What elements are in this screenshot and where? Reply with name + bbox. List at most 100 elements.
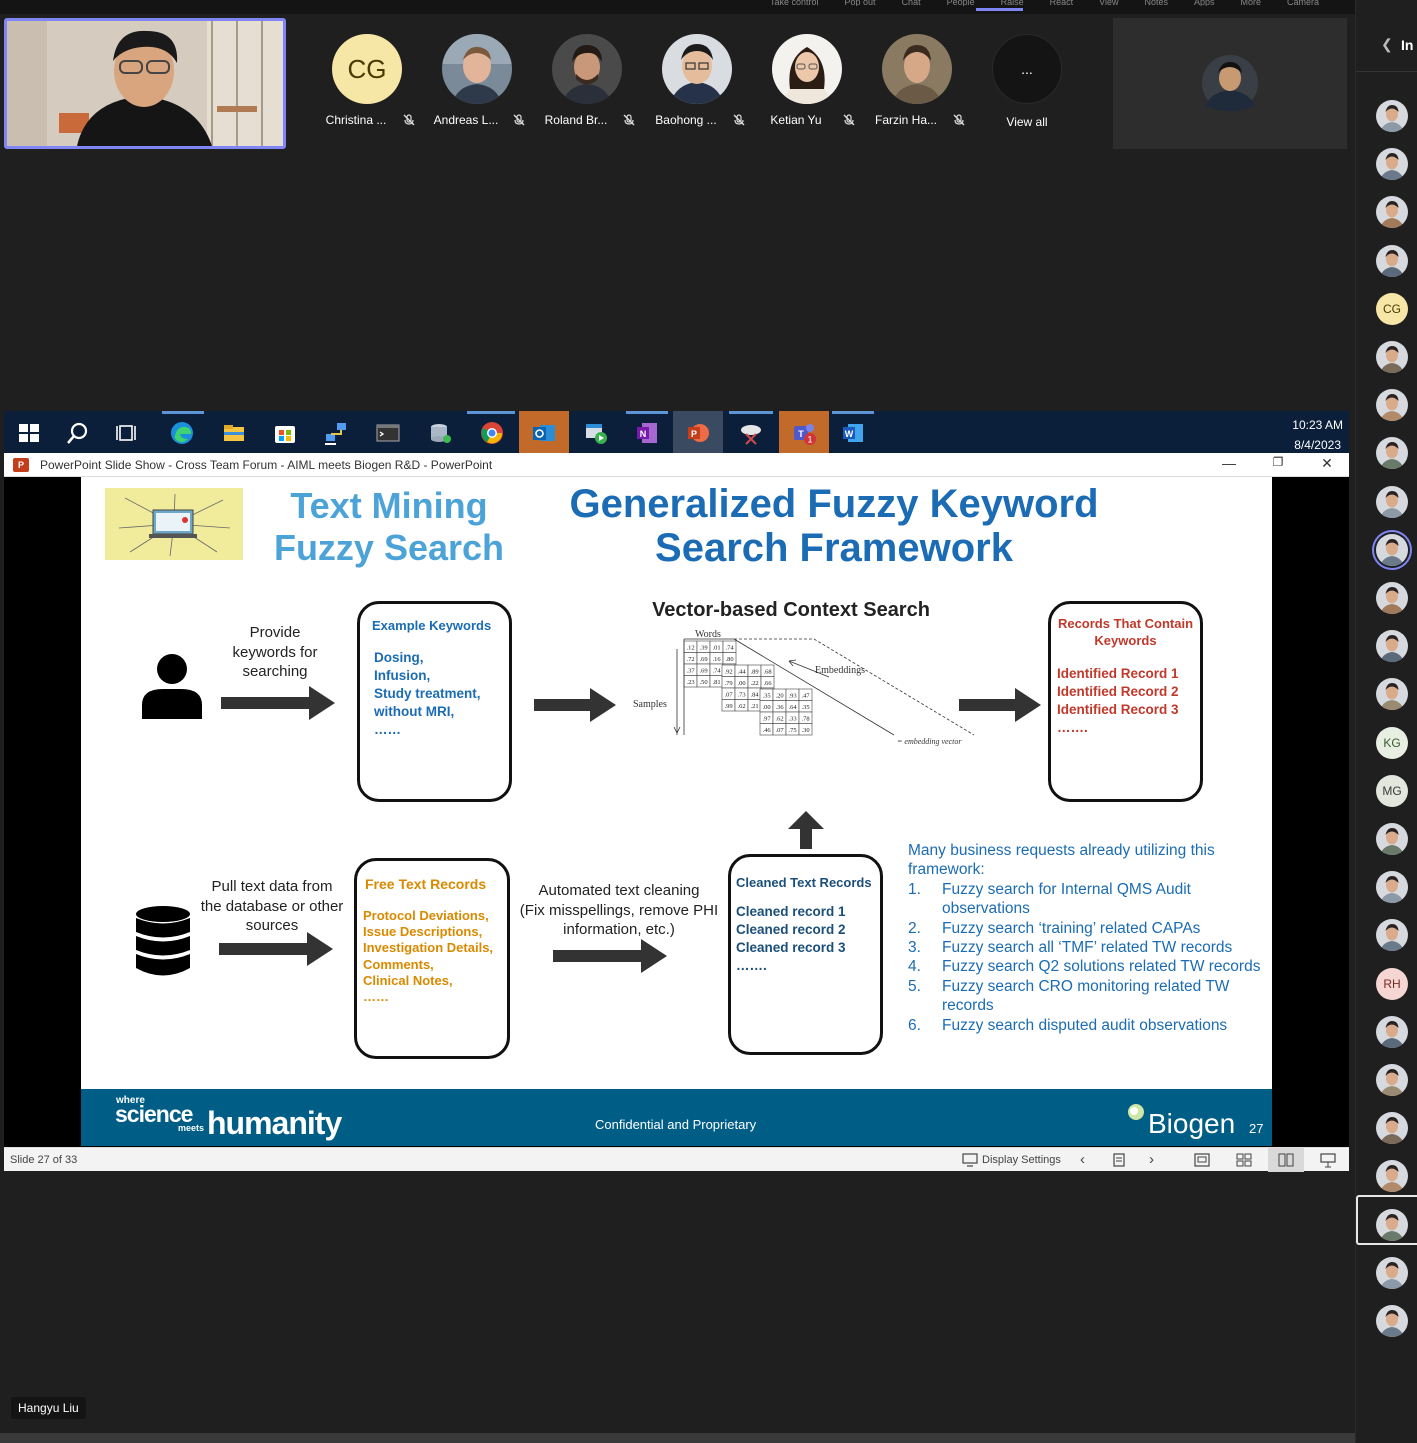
roster-avatar[interactable] [1376, 678, 1408, 711]
teams-icon[interactable]: T1 [791, 420, 817, 446]
reading-view-icon[interactable] [1278, 1153, 1294, 1167]
roster-avatar[interactable] [1376, 1256, 1408, 1289]
view-all-label: View all [1006, 115, 1048, 129]
take-control-button[interactable]: Take control [770, 0, 819, 6]
roster-selected-item[interactable] [1356, 1195, 1417, 1245]
previous-slide-icon[interactable]: ‹ [1080, 1151, 1085, 1168]
remote-video-tile[interactable] [1113, 18, 1347, 149]
slide-sorter-icon[interactable] [1236, 1153, 1252, 1167]
roster-avatar[interactable] [1376, 1112, 1408, 1145]
roster-avatar[interactable] [1376, 1064, 1408, 1096]
raise-button[interactable]: Raise [1001, 0, 1024, 6]
roster-avatar-initials[interactable]: CG [1376, 292, 1408, 325]
arrow-right-icon [553, 939, 667, 973]
roster-avatar[interactable] [1376, 1305, 1408, 1337]
roster-avatar[interactable] [1376, 823, 1408, 855]
pop-out-button[interactable]: Pop out [845, 0, 876, 6]
minimize-button[interactable]: — [1218, 455, 1240, 475]
participant-tile[interactable]: Farzin Ha... [867, 34, 967, 134]
view-button[interactable]: View [1099, 0, 1118, 6]
pull-text-line: Pull text data from [211, 878, 333, 895]
participant-tile[interactable]: Andreas L... [427, 34, 527, 134]
svg-text:T: T [798, 429, 804, 439]
roster-avatar-initials[interactable]: MG [1376, 774, 1408, 807]
clock-date: 8/4/2023 [1294, 438, 1341, 452]
roster-title: In [1401, 37, 1414, 53]
outlook-icon[interactable] [531, 420, 557, 446]
roster-avatar[interactable] [1376, 196, 1408, 229]
notes-button[interactable]: Notes [1145, 0, 1169, 6]
roster-avatar[interactable] [1376, 533, 1408, 566]
self-video-tile[interactable] [4, 18, 286, 149]
avatar [772, 34, 842, 104]
terminal-icon[interactable] [375, 420, 401, 446]
toolbar-menu[interactable]: Take control Pop out Chat People Raise R… [770, 0, 1319, 6]
mic-muted-icon [953, 114, 965, 126]
store-icon[interactable] [272, 420, 298, 446]
apps-button[interactable]: Apps [1194, 0, 1215, 6]
matrix-value: .12 [686, 645, 694, 652]
roster-avatar[interactable] [1376, 437, 1408, 470]
player-icon[interactable] [583, 420, 609, 446]
restore-button[interactable]: ❐ [1267, 455, 1289, 475]
start-icon[interactable] [16, 420, 42, 446]
participant-tile[interactable]: Ketian Yu [757, 34, 857, 134]
mic-muted-icon [843, 114, 855, 126]
avatar-photo [1376, 196, 1408, 229]
roster-avatar-initials[interactable]: RH [1376, 967, 1408, 1000]
camera-button[interactable]: Camera [1287, 0, 1319, 6]
chat-button[interactable]: Chat [902, 0, 921, 6]
cleaning-text: Automated text cleaning (Fix misspelling… [507, 881, 731, 940]
roster-avatar[interactable] [1376, 389, 1408, 422]
provide-text-line: searching [242, 663, 308, 680]
system-clock[interactable]: 10:23 AM 8/4/2023 [1292, 415, 1343, 455]
roster-avatar-initials[interactable]: KG [1376, 726, 1408, 759]
normal-view-icon[interactable] [1194, 1153, 1210, 1167]
display-settings-button[interactable]: Display Settings [982, 1154, 1061, 1166]
more-button[interactable]: More [1241, 0, 1262, 6]
roster-avatar[interactable] [1376, 100, 1408, 132]
roster-avatar[interactable] [1376, 1015, 1408, 1048]
roster-avatar[interactable] [1376, 485, 1408, 518]
shared-screen: N P T1 W 10:23 AM 8/4/2023 P PowerPoint … [4, 411, 1349, 1172]
participant-tile[interactable]: CG Christina ... [317, 34, 417, 134]
free-text-list: Protocol Deviations, Issue Descriptions,… [363, 908, 493, 1005]
roster-avatar[interactable] [1376, 871, 1408, 904]
close-button[interactable]: ✕ [1316, 455, 1338, 475]
network-icon[interactable] [323, 420, 349, 446]
file-explorer-icon[interactable] [221, 420, 247, 446]
slide-menu-icon[interactable] [1112, 1153, 1126, 1167]
chrome-icon[interactable] [479, 420, 505, 446]
powerpoint-icon[interactable]: P [685, 420, 711, 446]
roster-avatar[interactable] [1376, 630, 1408, 663]
confidential-label: Confidential and Proprietary [595, 1117, 757, 1132]
people-button[interactable]: People [947, 0, 975, 6]
task-view-icon[interactable] [115, 420, 141, 446]
next-slide-icon[interactable]: › [1149, 1151, 1154, 1168]
svg-text:N: N [640, 429, 647, 439]
matrix-value: .00 [762, 704, 770, 711]
participant-tile[interactable]: Baohong ... [647, 34, 747, 134]
onenote-icon[interactable]: N [634, 420, 660, 446]
search-icon[interactable] [65, 420, 91, 446]
mic-muted-icon [403, 114, 415, 126]
view-all-button[interactable]: ... [992, 34, 1062, 104]
roster-avatar[interactable] [1376, 148, 1408, 181]
top-toolbar: Take control Pop out Chat People Raise R… [0, 0, 1355, 14]
roster-avatar[interactable] [1376, 244, 1408, 277]
edge-icon[interactable] [169, 420, 195, 446]
app-icon[interactable] [427, 420, 453, 446]
react-button[interactable]: React [1050, 0, 1074, 6]
slideshow-icon[interactable] [1320, 1152, 1336, 1168]
arrow-up-icon [788, 811, 824, 849]
chevron-left-icon[interactable]: ❮ [1381, 36, 1393, 53]
roster-avatar[interactable] [1376, 582, 1408, 614]
roster-avatar[interactable] [1376, 919, 1408, 952]
snip-icon[interactable] [738, 420, 764, 446]
word-icon[interactable]: W [840, 420, 866, 446]
roster-avatar[interactable] [1376, 341, 1408, 373]
use-case-number: 5. [908, 977, 921, 995]
roster-avatar[interactable] [1376, 1160, 1408, 1193]
matrix-value: .62 [775, 716, 783, 723]
participant-tile[interactable]: Roland Br... [537, 34, 637, 134]
